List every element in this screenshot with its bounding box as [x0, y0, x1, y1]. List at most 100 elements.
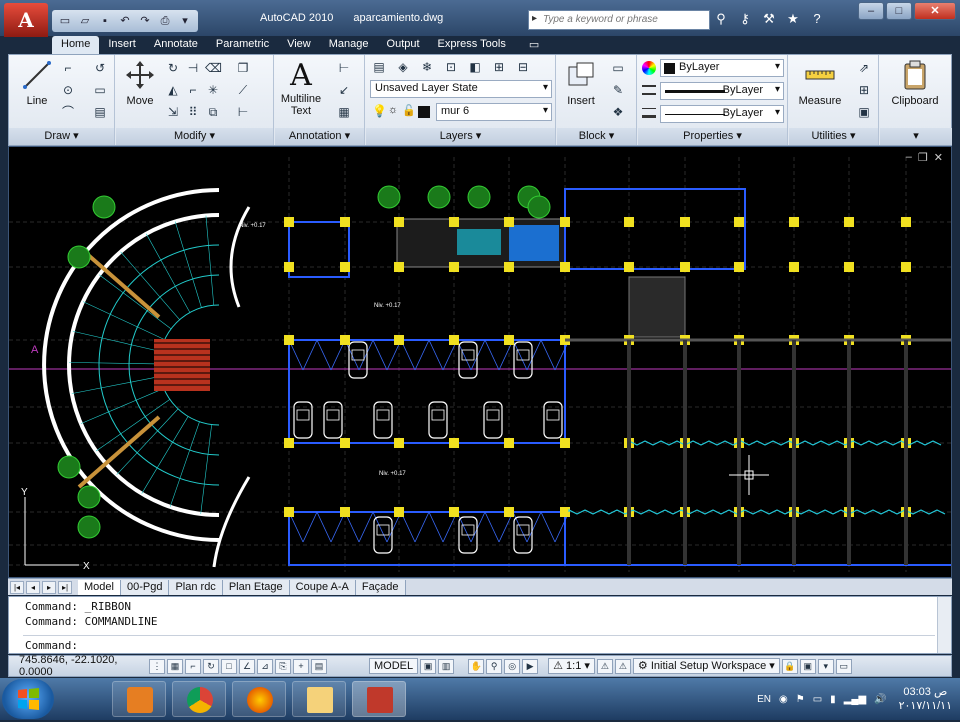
create-block-icon[interactable]: ▭: [609, 59, 627, 77]
attribute-icon[interactable]: ❖: [609, 103, 627, 121]
command-scrollbar[interactable]: [937, 597, 951, 653]
model-space-button[interactable]: MODEL: [369, 658, 419, 674]
layer-lock-icon[interactable]: ⊡: [442, 58, 460, 76]
scale-icon[interactable]: ⇲: [164, 103, 182, 121]
array-icon[interactable]: ⠿: [184, 103, 202, 121]
layer-walk-icon[interactable]: ⊟: [514, 58, 532, 76]
color-dropdown[interactable]: ByLayer: [660, 59, 784, 77]
ribbon-minimize-icon[interactable]: ▭: [515, 36, 553, 54]
taskbar-explorer[interactable]: [292, 681, 346, 717]
lock-toolbars-icon[interactable]: 🔒: [781, 658, 798, 674]
pan-icon[interactable]: ✋: [468, 658, 485, 674]
grid-display-icon[interactable]: ▦: [167, 658, 183, 674]
tray-power-icon[interactable]: ▮: [830, 694, 836, 705]
tray-flag-icon[interactable]: ⚑: [796, 694, 805, 705]
qat-dropdown-icon[interactable]: ▾: [176, 13, 194, 29]
save-icon[interactable]: ▪: [96, 13, 114, 29]
layers-panel-label[interactable]: Layers ▾: [366, 128, 555, 145]
clean-screen-icon[interactable]: ▭: [835, 658, 852, 674]
hardware-acceleration-icon[interactable]: ▣: [799, 658, 816, 674]
ribbon-tab-parametric[interactable]: Parametric: [207, 36, 278, 54]
arc-icon[interactable]: ⌒: [59, 103, 77, 121]
taskbar-chrome[interactable]: [172, 681, 226, 717]
object-snap-tracking-icon[interactable]: ∠: [239, 658, 255, 674]
help-search-input[interactable]: Type a keyword or phrase: [528, 10, 710, 30]
workspace-switching-button[interactable]: ⚙ Initial Setup Workspace ▾: [632, 658, 780, 674]
status-menu-icon[interactable]: ▾: [817, 658, 834, 674]
command-prompt[interactable]: Command:: [25, 639, 78, 653]
hatch-icon[interactable]: ↺: [91, 59, 109, 77]
lineweight-dropdown[interactable]: ByLayer: [660, 105, 784, 123]
multiline-text-button[interactable]: A Multiline Text: [277, 59, 325, 118]
ribbon-tab-home[interactable]: Home: [52, 36, 100, 54]
tray-volume-icon[interactable]: 🔊: [874, 694, 886, 705]
annotation-panel-label[interactable]: Annotation ▾: [275, 128, 364, 145]
object-snap-icon[interactable]: □: [221, 658, 237, 674]
line-button[interactable]: Line: [17, 59, 57, 107]
layer-properties-icon[interactable]: ▤: [370, 58, 388, 76]
application-menu-button[interactable]: A: [4, 3, 48, 37]
new-icon[interactable]: ▭: [56, 13, 74, 29]
explode-icon[interactable]: ✳: [204, 81, 222, 99]
table-icon[interactable]: ▦: [335, 103, 353, 121]
drawing-canvas[interactable]: Y X A Niv. +0.17 Niv. +0.17 Niv. +0.17 – ❐ ✕: [8, 146, 952, 578]
layout-tab-1[interactable]: 00-Pgd: [120, 579, 170, 595]
layer-state-dropdown[interactable]: Unsaved Layer State: [370, 80, 552, 98]
auto-scale-icon[interactable]: ⚠: [614, 658, 631, 674]
trim-icon[interactable]: ⊣: [184, 59, 202, 77]
polar-tracking-icon[interactable]: ↻: [203, 658, 219, 674]
annotation-visibility-icon[interactable]: ⚠: [596, 658, 613, 674]
ribbon-tab-output[interactable]: Output: [378, 36, 429, 54]
language-indicator[interactable]: EN: [757, 694, 771, 705]
ribbon-tab-view[interactable]: View: [278, 36, 320, 54]
move-button[interactable]: Move: [122, 59, 158, 107]
start-button[interactable]: [2, 679, 54, 719]
fillet-icon[interactable]: ⌐: [184, 81, 202, 99]
layer-match-icon[interactable]: ⊞: [490, 58, 508, 76]
clock[interactable]: 03:03 ص ٢٠١٧/١١/١١: [899, 685, 952, 713]
block-panel-label[interactable]: Block ▾: [557, 128, 636, 145]
cad-drawing[interactable]: Y X A Niv. +0.17 Niv. +0.17 Niv. +0.17: [9, 147, 951, 577]
stretch-icon[interactable]: ⟋: [234, 81, 252, 99]
quick-properties-icon[interactable]: ▤: [311, 658, 327, 674]
id-point-icon[interactable]: ▣: [855, 103, 873, 121]
command-window[interactable]: Command: _RIBBON Command: COMMANDLINE Co…: [8, 596, 952, 654]
edit-block-icon[interactable]: ✎: [609, 81, 627, 99]
minimize-button[interactable]: –: [858, 2, 884, 20]
current-layer-dropdown[interactable]: mur 6: [436, 103, 552, 121]
layout-tab-0[interactable]: Model: [78, 579, 121, 595]
offset-icon[interactable]: ⧉: [204, 103, 222, 121]
prev-tab-icon[interactable]: ◂: [26, 580, 40, 594]
taskbar-firefox[interactable]: [232, 681, 286, 717]
lineweight-toggle-icon[interactable]: +: [293, 658, 309, 674]
zoom-icon[interactable]: ⚲: [486, 658, 503, 674]
utilities-panel-label[interactable]: Utilities ▾: [789, 128, 878, 145]
layout-tab-5[interactable]: Façade: [355, 579, 406, 595]
quick-select-icon[interactable]: ⇗: [855, 59, 873, 77]
layer-isolate-icon[interactable]: ◧: [466, 58, 484, 76]
viewport-close-icon[interactable]: ✕: [934, 151, 943, 164]
draw-panel-label[interactable]: Draw ▾: [9, 128, 114, 145]
ribbon-tab-insert[interactable]: Insert: [99, 36, 145, 54]
circle-icon[interactable]: ⊙: [59, 81, 77, 99]
close-button[interactable]: ✕: [914, 2, 956, 20]
modify-panel-label[interactable]: Modify ▾: [116, 128, 273, 145]
maximize-button[interactable]: □: [886, 2, 912, 20]
clipboard-panel-dropdown[interactable]: ▾: [880, 128, 952, 145]
quick-view-layouts-icon[interactable]: ▣: [420, 658, 437, 674]
star-icon[interactable]: ★: [784, 10, 802, 28]
erase-icon[interactable]: ⌫: [204, 59, 222, 77]
rotate-icon[interactable]: ↻: [164, 59, 182, 77]
mirror-icon[interactable]: ◭: [164, 81, 182, 99]
showmotion-icon[interactable]: ▶: [522, 658, 539, 674]
tray-display-icon[interactable]: ▭: [813, 694, 822, 705]
binoculars-icon[interactable]: ⚲: [712, 10, 730, 28]
layout-tab-4[interactable]: Coupe A-A: [289, 579, 356, 595]
undo-icon[interactable]: ↶: [116, 13, 134, 29]
help-icon[interactable]: ?: [808, 10, 826, 28]
tray-network-icon[interactable]: ◉: [779, 694, 788, 705]
last-tab-icon[interactable]: ▸|: [58, 580, 72, 594]
dimension-icon[interactable]: ⊢: [335, 59, 353, 77]
taskbar-autocad[interactable]: [352, 681, 406, 717]
snap-mode-icon[interactable]: ⋮: [149, 658, 165, 674]
